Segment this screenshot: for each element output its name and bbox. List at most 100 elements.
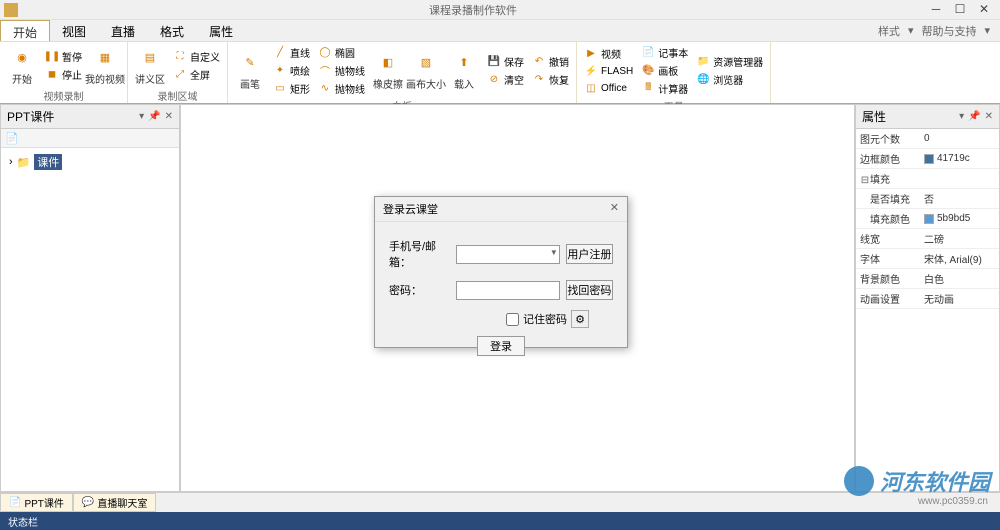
- panel-pin-icon[interactable]: 📌: [148, 111, 160, 122]
- right-panel-title: 属性: [862, 108, 886, 125]
- watermark: 河东软件园: [844, 465, 990, 497]
- curve-icon: ⌒: [318, 64, 332, 78]
- office-button[interactable]: ◫Office: [581, 80, 636, 96]
- oval-button[interactable]: ◯椭圆: [315, 44, 368, 61]
- line-icon: ╱: [273, 46, 287, 60]
- undo-button[interactable]: ↶撤销: [529, 53, 572, 70]
- dialog-close-button[interactable]: ✕: [610, 201, 619, 217]
- doc-icon: ▤: [138, 45, 162, 69]
- panel-dropdown-icon[interactable]: ▾: [959, 111, 964, 122]
- pause-icon: ❚❚: [45, 50, 59, 64]
- new-doc-icon[interactable]: 📄: [5, 131, 19, 145]
- layers-icon: ▧: [414, 50, 438, 74]
- chat-icon: 💬: [82, 497, 94, 508]
- tab-live[interactable]: 直播: [99, 20, 148, 41]
- tab-format[interactable]: 格式: [148, 20, 197, 41]
- brush-icon: ✎: [238, 50, 262, 74]
- phone-label: 手机号/邮箱：: [389, 238, 450, 270]
- phone-input[interactable]: [456, 245, 560, 264]
- video-tool-button[interactable]: ▶视频: [581, 45, 636, 62]
- maximize-button[interactable]: ☐: [952, 2, 968, 18]
- help-link[interactable]: 帮助与支持: [921, 23, 976, 39]
- password-input[interactable]: [456, 281, 560, 300]
- tab-view[interactable]: 视图: [50, 20, 99, 41]
- redo-button[interactable]: ↷恢复: [529, 71, 572, 88]
- remember-label: 记住密码: [523, 311, 567, 327]
- custom-area-button[interactable]: ⛶自定义: [170, 48, 223, 65]
- canvas-size-button[interactable]: ▧ 画布大小: [408, 44, 444, 97]
- record-start-button[interactable]: ◉ 开始: [4, 44, 40, 87]
- prop-font[interactable]: 字体 宋体, Arial(9): [856, 249, 999, 269]
- panel-close-icon[interactable]: ✕: [165, 111, 173, 122]
- drawboard-button[interactable]: 🎨画板: [638, 62, 691, 79]
- undo-icon: ↶: [532, 55, 546, 69]
- rect-icon: ▭: [273, 82, 287, 96]
- find-password-button[interactable]: 找回密码: [566, 280, 613, 300]
- save-button[interactable]: 💾保存: [484, 53, 527, 70]
- curve2-icon: ∿: [318, 82, 332, 96]
- expand-icon[interactable]: ⊟: [860, 175, 870, 186]
- crop-icon: ⛶: [173, 50, 187, 64]
- folder-icon: 📁: [17, 156, 31, 169]
- prop-fill-color[interactable]: 填充颜色 5b9bd5: [856, 209, 999, 229]
- watermark-icon: [844, 466, 874, 496]
- left-panel-title: PPT课件: [7, 108, 54, 125]
- clear-icon: ⊘: [487, 73, 501, 87]
- pause-button[interactable]: ❚❚暂停: [42, 48, 85, 65]
- style-link[interactable]: 样式: [878, 23, 900, 39]
- palette-icon: 🎨: [641, 64, 655, 78]
- line-button[interactable]: ╱直线: [270, 44, 313, 61]
- login-button[interactable]: 登录: [477, 336, 525, 356]
- fullscreen-button[interactable]: ⤢全屏: [170, 66, 223, 83]
- import-icon: ⬆: [452, 50, 476, 74]
- tab-start[interactable]: 开始: [0, 20, 50, 41]
- rect-button[interactable]: ▭矩形: [270, 80, 313, 97]
- parabola2-button[interactable]: ∿抛物线: [315, 80, 368, 97]
- eraser-icon: ◧: [376, 50, 400, 74]
- resource-manager-button[interactable]: 📁资源管理器: [693, 53, 766, 70]
- app-icon: [4, 3, 18, 17]
- window-title: 课程录播制作软件: [18, 2, 928, 18]
- calculator-button[interactable]: 🖩计算器: [638, 80, 691, 97]
- lecture-area-button[interactable]: ▤ 讲义区: [132, 44, 168, 87]
- tab-properties[interactable]: 属性: [197, 20, 246, 41]
- settings-button[interactable]: ⚙: [571, 310, 589, 328]
- folder-icon: 📁: [696, 55, 710, 69]
- parabola-button[interactable]: ⌒抛物线: [315, 62, 368, 79]
- prop-prim-count: 图元个数 0: [856, 129, 999, 149]
- record-icon: ◉: [10, 45, 34, 69]
- close-button[interactable]: ✕: [976, 2, 992, 18]
- spray-button[interactable]: ✦喷绘: [270, 62, 313, 79]
- prop-fill-group[interactable]: ⊟填充: [856, 169, 999, 189]
- stop-button[interactable]: ◼停止: [42, 66, 85, 83]
- my-video-button[interactable]: ▦ 我的视频: [87, 44, 123, 87]
- swatch-border: [924, 154, 934, 164]
- prop-bg-color[interactable]: 背景颜色 白色: [856, 269, 999, 289]
- tree-item-courseware[interactable]: › 📁 课件: [5, 152, 175, 172]
- doc-icon: 📄: [9, 497, 21, 508]
- group-area-label: 录制区域: [132, 87, 223, 104]
- import-button[interactable]: ⬆ 载入: [446, 44, 482, 97]
- remember-checkbox[interactable]: [506, 313, 519, 326]
- notepad-button[interactable]: 📄记事本: [638, 44, 691, 61]
- eraser-button[interactable]: ◧ 橡皮擦: [370, 44, 406, 97]
- prop-line-width[interactable]: 线宽 二磅: [856, 229, 999, 249]
- login-dialog: 登录云课堂 ✕ 手机号/邮箱： ▼ 用户注册 密码： 找回密码 记住密码 ⚙ 登…: [374, 196, 628, 348]
- office-icon: ◫: [584, 81, 598, 95]
- brush-button[interactable]: ✎ 画笔: [232, 44, 268, 97]
- save-icon: 💾: [487, 55, 501, 69]
- prop-border-color[interactable]: 边框颜色 41719c: [856, 149, 999, 169]
- bottom-tab-chat[interactable]: 💬直播聊天室: [73, 493, 156, 512]
- browser-button[interactable]: 🌐浏览器: [693, 71, 766, 88]
- panel-close-icon[interactable]: ✕: [985, 111, 993, 122]
- prop-animation[interactable]: 动画设置 无动画: [856, 289, 999, 309]
- panel-pin-icon[interactable]: 📌: [968, 111, 980, 122]
- register-button[interactable]: 用户注册: [566, 244, 613, 264]
- minimize-button[interactable]: ─: [928, 2, 944, 18]
- clear-button[interactable]: ⊘清空: [484, 71, 527, 88]
- swatch-fill: [924, 214, 934, 224]
- flash-button[interactable]: ⚡FLASH: [581, 63, 636, 79]
- prop-has-fill[interactable]: 是否填充 否: [856, 189, 999, 209]
- bottom-tab-ppt[interactable]: 📄PPT课件: [0, 493, 73, 512]
- panel-dropdown-icon[interactable]: ▾: [139, 111, 144, 122]
